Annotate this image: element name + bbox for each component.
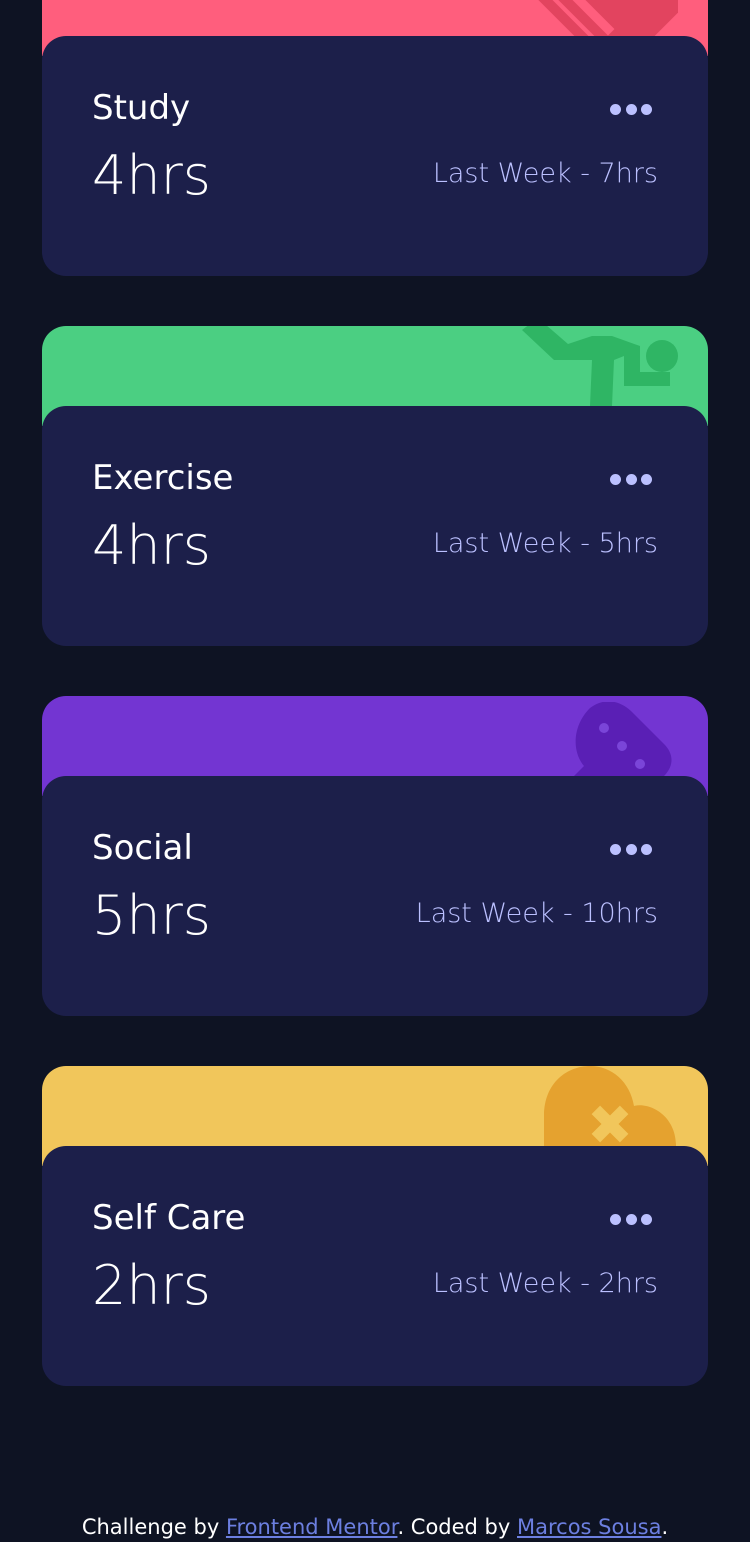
card-self-care: Self Care 2hrs Last Week - 2hrs xyxy=(42,1066,708,1386)
current-hours: 4hrs xyxy=(92,144,211,207)
attribution: Challenge by Frontend Mentor. Coded by M… xyxy=(0,1512,750,1542)
attribution-suffix: . xyxy=(661,1515,669,1539)
current-hours: 2hrs xyxy=(92,1254,211,1317)
previous-hours: Last Week - 7hrs xyxy=(432,158,658,189)
more-options-icon[interactable] xyxy=(610,1212,652,1226)
attribution-middle: . Coded by xyxy=(397,1515,517,1539)
card-title: Self Care xyxy=(92,1198,246,1238)
running-icon xyxy=(522,326,678,406)
frontend-mentor-link[interactable]: Frontend Mentor xyxy=(226,1515,398,1539)
card-exercise: Exercise 4hrs Last Week - 5hrs xyxy=(42,326,708,646)
card-social-body[interactable]: Social 5hrs Last Week - 10hrs xyxy=(42,776,708,1016)
current-hours: 5hrs xyxy=(92,884,211,947)
attribution-prefix: Challenge by xyxy=(81,1515,226,1539)
more-options-icon[interactable] xyxy=(610,842,652,856)
card-social: Social 5hrs Last Week - 10hrs xyxy=(42,696,708,1016)
card-study: Study 4hrs Last Week - 7hrs xyxy=(42,0,708,276)
card-exercise-body[interactable]: Exercise 4hrs Last Week - 5hrs xyxy=(42,406,708,646)
author-link[interactable]: Marcos Sousa xyxy=(517,1515,661,1539)
previous-hours: Last Week - 2hrs xyxy=(432,1268,658,1299)
more-options-icon[interactable] xyxy=(610,472,652,486)
card-study-body[interactable]: Study 4hrs Last Week - 7hrs xyxy=(42,36,708,276)
card-title: Study xyxy=(92,88,191,128)
more-options-icon[interactable] xyxy=(610,102,652,116)
current-hours: 4hrs xyxy=(92,514,211,577)
card-self-care-body[interactable]: Self Care 2hrs Last Week - 2hrs xyxy=(42,1146,708,1386)
activity-dashboard: Study 4hrs Last Week - 7hrs Exercise 4hr… xyxy=(0,0,750,1542)
previous-hours: Last Week - 10hrs xyxy=(415,898,658,929)
card-title: Social xyxy=(92,828,193,868)
card-title: Exercise xyxy=(92,458,234,498)
previous-hours: Last Week - 5hrs xyxy=(432,528,658,559)
